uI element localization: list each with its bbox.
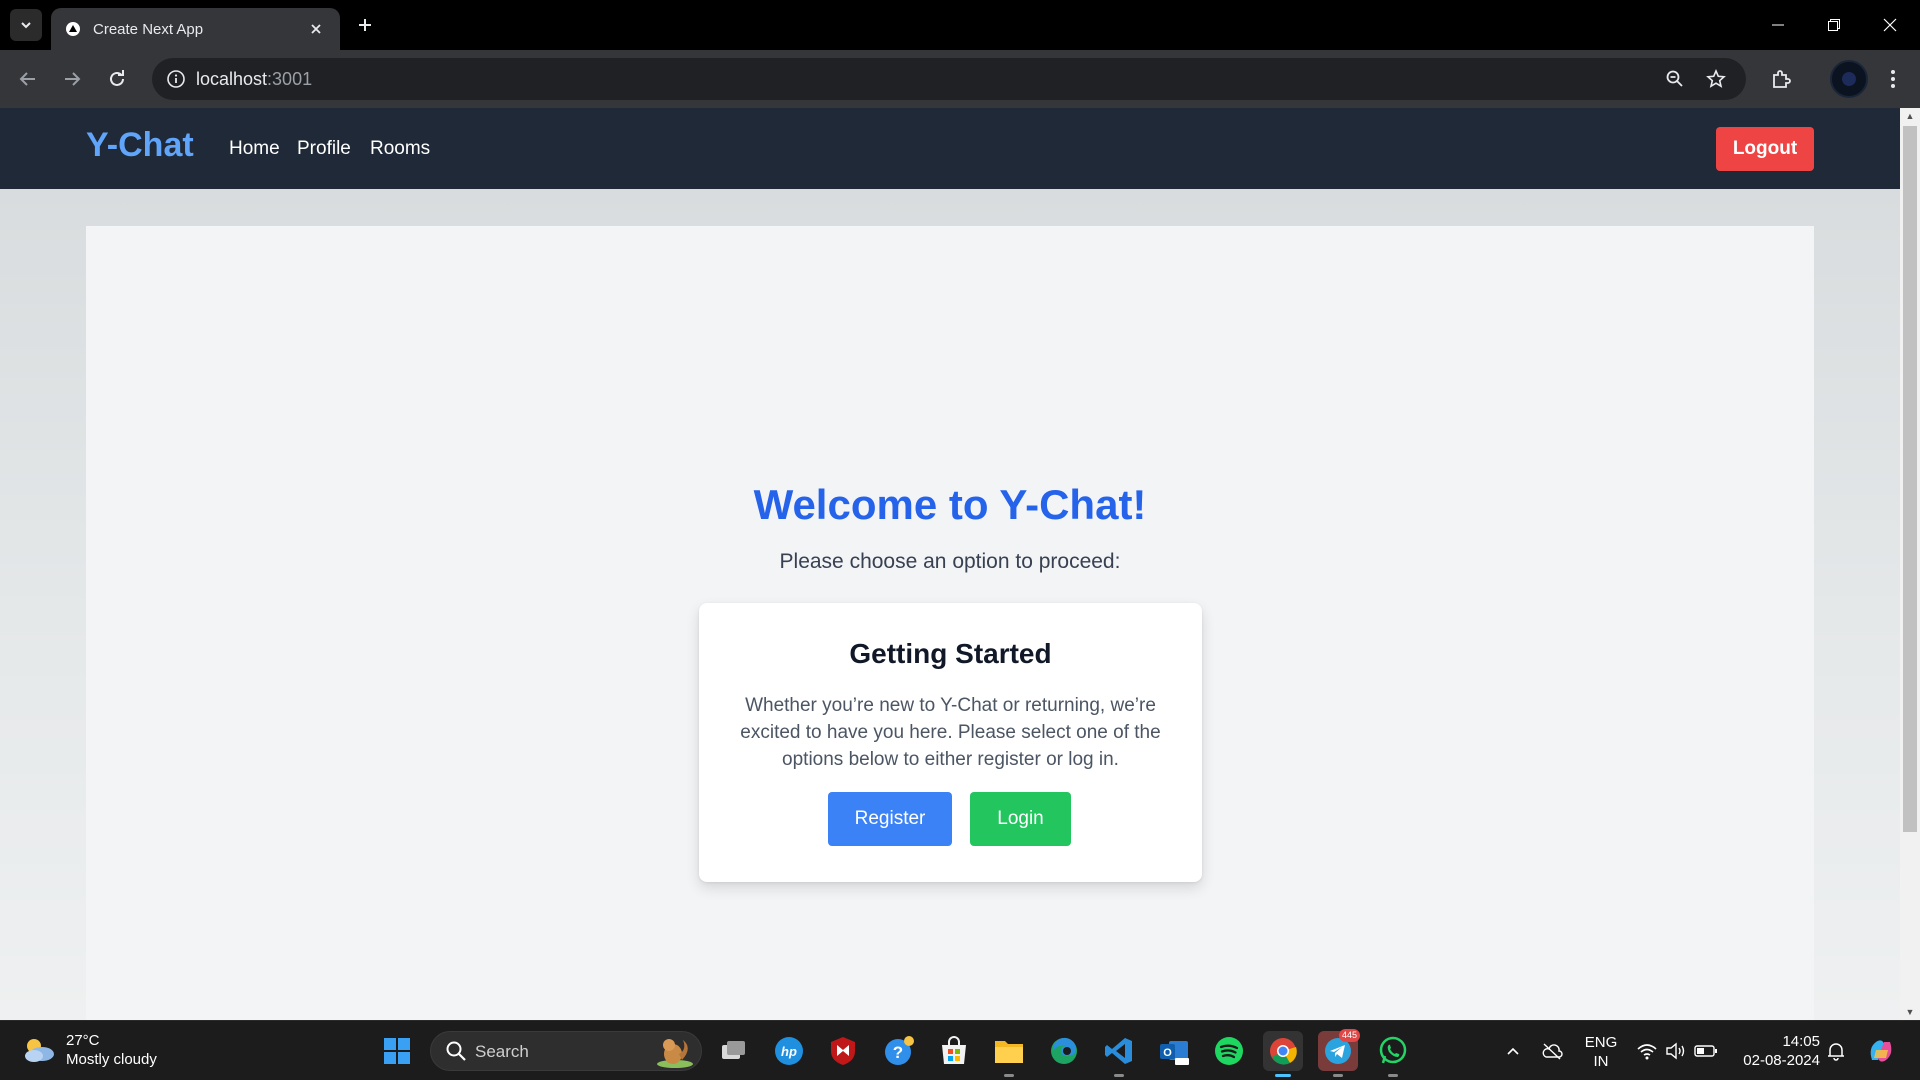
url-host: localhost: [196, 69, 268, 89]
back-button[interactable]: [12, 63, 44, 95]
kebab-menu-icon[interactable]: [1877, 63, 1909, 95]
weather-widget[interactable]: 27°C Mostly cloudy: [22, 1031, 157, 1069]
running-indicator: [1114, 1074, 1124, 1077]
scroll-up-arrow-icon[interactable]: ▲: [1905, 111, 1915, 121]
whatsapp-icon[interactable]: [1373, 1031, 1413, 1077]
scrollbar-thumb[interactable]: [1903, 126, 1917, 832]
cloudy-weather-icon: [25, 1039, 54, 1062]
spotify-icon[interactable]: [1209, 1031, 1249, 1071]
nextjs-triangle-icon: [65, 21, 81, 37]
windows-start-icon[interactable]: [377, 1031, 417, 1071]
clock[interactable]: 14:05 02-08-2024: [1734, 1032, 1820, 1070]
restore-button[interactable]: [1806, 0, 1862, 50]
browser-tab-strip: Create Next App: [0, 0, 1920, 50]
scroll-down-arrow-icon[interactable]: ▼: [1905, 1007, 1915, 1017]
running-indicator: [1004, 1074, 1014, 1077]
brand-logo[interactable]: Y-Chat: [86, 126, 194, 165]
telegram-icon[interactable]: 445: [1318, 1029, 1360, 1077]
chrome-icon[interactable]: [1263, 1031, 1303, 1077]
url-port: :3001: [267, 69, 313, 89]
search-highlight-squirrel-icon: [657, 1039, 693, 1068]
microsoft-store-icon[interactable]: [934, 1031, 974, 1071]
close-icon: [1883, 18, 1897, 32]
svg-text:?: ?: [893, 1043, 903, 1062]
nav-link-rooms[interactable]: Rooms: [370, 138, 430, 160]
page-scrollbar[interactable]: ▲ ▼: [1900, 108, 1920, 1020]
weather-temperature: 27°C: [66, 1032, 100, 1049]
windows-taskbar: 27°C Mostly cloudy Search hp ? O 445 ENG…: [0, 1020, 1920, 1080]
notification-bell-icon[interactable]: [1824, 1039, 1848, 1063]
getting-started-card: Getting Started Whether you’re new to Y-…: [699, 603, 1202, 882]
card-title: Getting Started: [849, 638, 1052, 669]
chevron-up-icon[interactable]: [1501, 1039, 1525, 1063]
hp-icon[interactable]: hp: [769, 1031, 809, 1071]
svg-text:hp: hp: [781, 1044, 797, 1059]
site-info-icon[interactable]: [162, 65, 190, 93]
logout-button[interactable]: Logout: [1716, 127, 1814, 171]
outlook-icon[interactable]: O: [1154, 1031, 1194, 1071]
browser-tab[interactable]: Create Next App: [51, 8, 340, 50]
telegram-unread-badge: 445: [1338, 1029, 1360, 1042]
forward-button[interactable]: [56, 63, 88, 95]
copilot-icon[interactable]: [1865, 1035, 1897, 1067]
card-description: Whether you’re new to Y-Chat or returnin…: [740, 695, 1161, 770]
tab-title: Create Next App: [93, 20, 204, 38]
browser-toolbar: localhost:3001: [0, 50, 1920, 108]
register-button[interactable]: Register: [828, 792, 952, 846]
weather-description: Mostly cloudy: [66, 1051, 157, 1068]
nav-link-profile[interactable]: Profile: [297, 138, 351, 160]
search-icon: [446, 1041, 466, 1061]
vs-code-icon[interactable]: [1099, 1031, 1139, 1077]
minimize-icon: [1772, 24, 1784, 26]
edge-icon[interactable]: [1044, 1031, 1084, 1071]
page-viewport: Y-Chat Home Profile Rooms Logout Welcome…: [0, 108, 1900, 1020]
search-placeholder: Search: [475, 1042, 529, 1061]
restore-icon: [1828, 19, 1840, 31]
url-text: localhost:3001: [196, 69, 312, 90]
close-tab-icon[interactable]: [306, 19, 326, 39]
wifi-icon[interactable]: [1635, 1039, 1659, 1063]
zoom-icon[interactable]: [1662, 66, 1688, 92]
taskbar-search-box[interactable]: Search: [430, 1031, 702, 1071]
onedrive-offline-icon[interactable]: [1540, 1039, 1564, 1063]
arrow-right-icon: [65, 72, 81, 86]
bookmark-star-icon[interactable]: [1703, 66, 1729, 92]
plus-icon: [359, 19, 371, 31]
new-tab-button[interactable]: [352, 12, 378, 38]
profile-avatar[interactable]: [1830, 60, 1868, 98]
reload-icon: [110, 70, 124, 86]
running-indicator: [1275, 1074, 1291, 1077]
get-help-icon[interactable]: ?: [879, 1031, 919, 1071]
svg-text:O: O: [1163, 1047, 1172, 1059]
volume-icon[interactable]: [1664, 1039, 1688, 1063]
running-indicator: [1388, 1074, 1398, 1077]
task-view-icon[interactable]: [714, 1031, 754, 1071]
welcome-subtitle: Please choose an option to proceed:: [779, 550, 1121, 573]
main-panel: Welcome to Y-Chat! Please choose an opti…: [86, 226, 1814, 1020]
battery-icon[interactable]: [1694, 1039, 1718, 1063]
running-indicator: [1333, 1074, 1343, 1077]
clock-date: 02-08-2024: [1743, 1052, 1820, 1069]
extensions-puzzle-icon[interactable]: [1765, 63, 1797, 95]
arrow-left-icon: [19, 72, 35, 86]
address-bar[interactable]: localhost:3001: [152, 58, 1746, 100]
tab-search-button[interactable]: [10, 9, 42, 41]
mcafee-icon[interactable]: [823, 1031, 863, 1071]
input-language[interactable]: ENG IN: [1582, 1033, 1620, 1071]
nav-link-home[interactable]: Home: [229, 138, 280, 160]
app-navbar: Y-Chat Home Profile Rooms Logout: [0, 108, 1900, 189]
region-code: IN: [1593, 1053, 1609, 1070]
file-explorer-icon[interactable]: [989, 1031, 1029, 1077]
welcome-title: Welcome to Y-Chat!: [753, 481, 1147, 528]
login-button[interactable]: Login: [970, 792, 1071, 846]
close-window-button[interactable]: [1862, 0, 1918, 50]
clock-time: 14:05: [1782, 1033, 1820, 1050]
chevron-down-icon: [21, 22, 31, 29]
reload-button[interactable]: [101, 63, 133, 95]
minimize-button[interactable]: [1750, 0, 1806, 50]
language-code: ENG: [1584, 1034, 1618, 1051]
